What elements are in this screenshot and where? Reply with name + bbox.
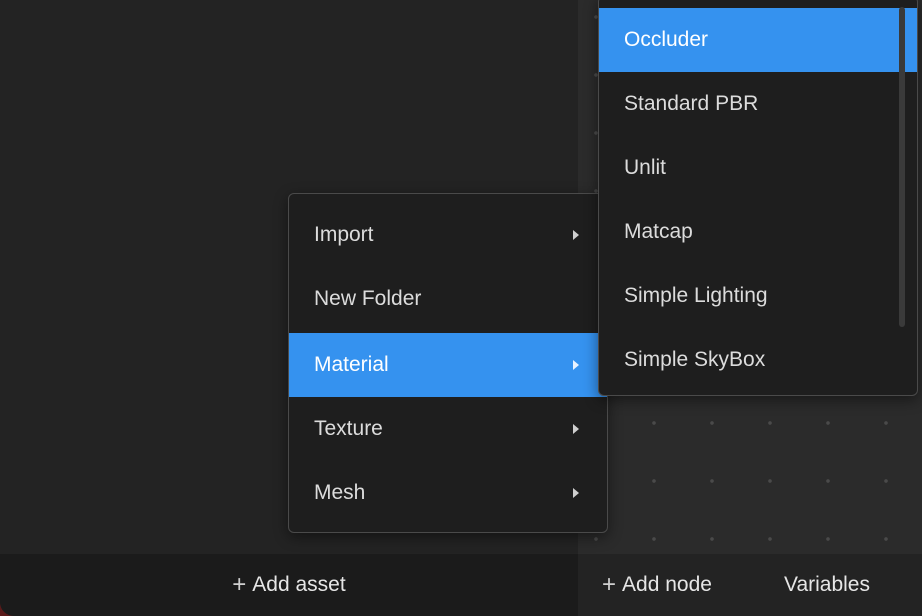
app-root: + Add asset + Add node Variables Import … bbox=[0, 0, 922, 616]
menu-item-import[interactable]: Import bbox=[289, 203, 607, 267]
add-asset-label: Add asset bbox=[252, 573, 346, 596]
plus-icon: + bbox=[602, 571, 617, 598]
menu-item-label: Standard PBR bbox=[624, 92, 759, 115]
submenu-item-occluder[interactable]: Occluder bbox=[599, 8, 917, 72]
plus-icon: + bbox=[232, 571, 247, 598]
submenu-arrow-icon bbox=[573, 488, 579, 498]
menu-item-texture[interactable]: Texture bbox=[289, 397, 607, 461]
menu-item-label: Simple Lighting bbox=[624, 284, 768, 307]
menu-item-label: Material bbox=[314, 353, 389, 376]
menu-item-material[interactable]: Material bbox=[289, 333, 607, 397]
submenu-scrollbar[interactable] bbox=[899, 7, 905, 327]
variables-label: Variables bbox=[784, 573, 870, 596]
context-menu: Import New Folder Material Texture Mesh bbox=[288, 193, 608, 533]
menu-item-label: Import bbox=[314, 223, 374, 246]
menu-item-label: Texture bbox=[314, 417, 383, 440]
submenu-item-simple-skybox[interactable]: Simple SkyBox bbox=[599, 328, 917, 392]
node-panel-footer: + Add node Variables bbox=[578, 554, 922, 616]
menu-item-label: Unlit bbox=[624, 156, 667, 179]
menu-item-new-folder[interactable]: New Folder bbox=[289, 267, 607, 331]
menu-item-label: Occluder bbox=[624, 28, 709, 51]
submenu-item-simple-lighting[interactable]: Simple Lighting bbox=[599, 264, 917, 328]
material-submenu: Occluder Standard PBR Unlit Matcap Simpl… bbox=[598, 0, 918, 396]
add-asset-button[interactable]: + Add asset bbox=[232, 573, 345, 597]
menu-item-label: New Folder bbox=[314, 287, 422, 310]
add-node-label: Add node bbox=[622, 573, 712, 596]
submenu-arrow-icon bbox=[573, 230, 579, 240]
submenu-item-unlit[interactable]: Unlit bbox=[599, 136, 917, 200]
submenu-arrow-icon bbox=[573, 360, 579, 370]
variables-button[interactable]: Variables bbox=[784, 554, 870, 616]
menu-item-label: Mesh bbox=[314, 481, 366, 504]
submenu-item-matcap[interactable]: Matcap bbox=[599, 200, 917, 264]
submenu-arrow-icon bbox=[573, 424, 579, 434]
menu-item-label: Matcap bbox=[624, 220, 693, 243]
add-node-button[interactable]: + Add node bbox=[602, 554, 712, 616]
menu-item-mesh[interactable]: Mesh bbox=[289, 461, 607, 525]
menu-item-label: Simple SkyBox bbox=[624, 348, 766, 371]
asset-panel-footer: + Add asset bbox=[0, 554, 578, 616]
submenu-item-standard-pbr[interactable]: Standard PBR bbox=[599, 72, 917, 136]
